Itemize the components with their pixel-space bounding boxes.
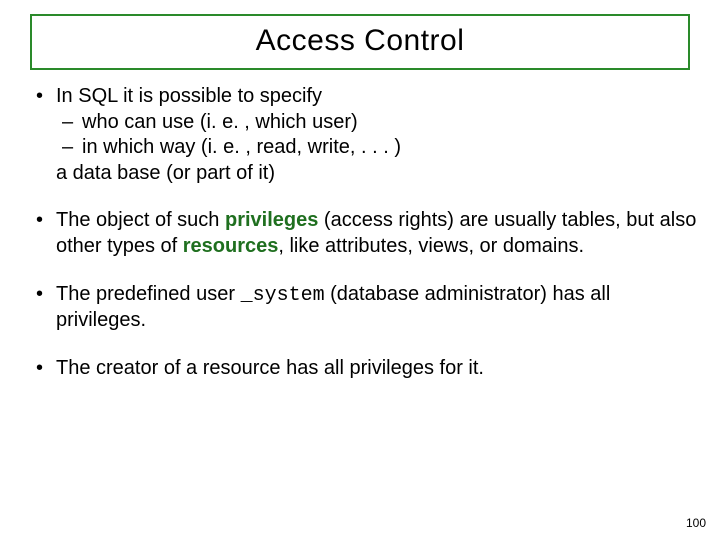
title-box: Access Control (30, 14, 690, 70)
slide: Access Control In SQL it is possible to … (0, 0, 720, 540)
bullet-2-text-pre: The object of such (56, 209, 225, 231)
bullet-1: In SQL it is possible to specify who can… (22, 84, 698, 186)
bullet-1-sub-1: who can use (i. e. , which user) (56, 110, 698, 136)
keyword-privileges: privileges (225, 209, 318, 231)
bullet-list: In SQL it is possible to specify who can… (22, 84, 698, 381)
keyword-resources: resources (183, 235, 279, 257)
bullet-4-text: The creator of a resource has all privil… (56, 357, 484, 379)
bullet-2-text-post: , like attributes, views, or domains. (278, 235, 584, 257)
bullet-2: The object of such privileges (access ri… (22, 208, 698, 259)
bullet-1-sub-2: in which way (i. e. , read, write, . . .… (56, 135, 698, 161)
system-user: _system (241, 284, 325, 307)
bullet-1-line-1: In SQL it is possible to specify (56, 85, 322, 107)
bullet-4: The creator of a resource has all privil… (22, 356, 698, 382)
bullet-1-line-2: a data base (or part of it) (56, 161, 698, 187)
bullet-3: The predefined user _system (database ad… (22, 282, 698, 334)
slide-title: Access Control (256, 24, 465, 57)
page-number: 100 (686, 516, 706, 530)
bullet-3-text-pre: The predefined user (56, 283, 241, 305)
